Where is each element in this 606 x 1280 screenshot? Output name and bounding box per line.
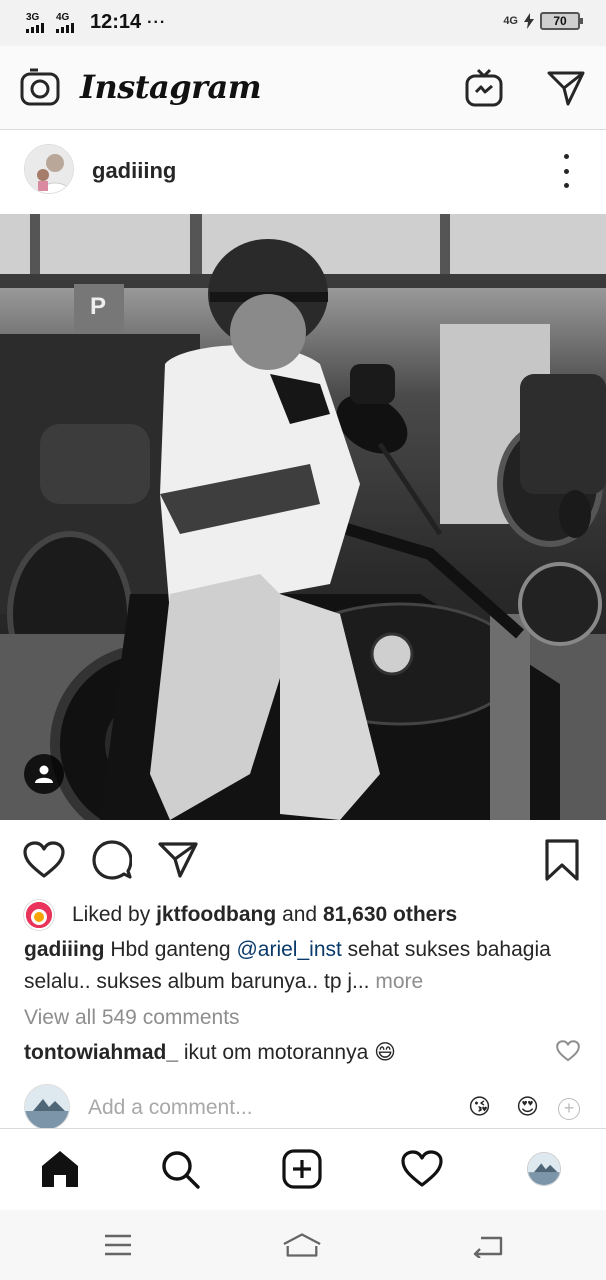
system-nav-bar (0, 1210, 606, 1280)
profile-avatar[interactable] (522, 1147, 566, 1191)
status-left: 3G 4G 12:14 ··· (26, 11, 166, 34)
likes-count[interactable]: 81,630 others (323, 903, 457, 927)
activity-icon[interactable] (400, 1147, 444, 1191)
notification-dots: ··· (147, 13, 167, 31)
add-comment-row: Add a comment... 😘 😍 + (0, 1082, 606, 1130)
save-bookmark-icon[interactable] (540, 838, 584, 882)
back-icon[interactable] (468, 1228, 508, 1262)
post-actions (0, 820, 606, 902)
igtv-icon[interactable] (464, 68, 504, 108)
post-username[interactable]: gadiiing (92, 158, 176, 184)
bottom-nav (0, 1128, 606, 1210)
signal-3g: 3G (26, 12, 50, 33)
liker-avatar (24, 900, 54, 930)
battery-indicator: 70 (540, 12, 583, 30)
home-icon[interactable] (38, 1147, 82, 1191)
clock: 12:14 (90, 11, 142, 33)
charging-icon (524, 13, 534, 29)
comment-bubble-icon[interactable] (90, 838, 134, 882)
caption-text-before: Hbd ganteng (110, 938, 231, 961)
share-send-icon[interactable] (156, 838, 200, 882)
tagged-people-button[interactable] (24, 754, 64, 794)
camera-icon[interactable] (20, 68, 60, 108)
signal-bars-icon (26, 22, 44, 33)
comment-text: ikut om motorannya 😄 (183, 1041, 397, 1064)
post-header: gadiiing (0, 130, 606, 214)
current-user-avatar (24, 1084, 70, 1130)
quick-emoji-heart-eyes[interactable]: 😍 (516, 1094, 539, 1120)
instagram-logo: Instagram (80, 68, 262, 106)
caption-more-link[interactable]: more (375, 970, 423, 993)
liker-username[interactable]: jktfoodbang (156, 903, 276, 927)
user-tag-icon (35, 765, 53, 783)
post-image: P (0, 214, 606, 820)
search-icon[interactable] (158, 1147, 202, 1191)
profile-avatar-image (527, 1152, 561, 1186)
author-avatar[interactable] (24, 144, 74, 194)
more-emoji-plus-icon[interactable]: + (558, 1098, 580, 1120)
comment-author[interactable]: tontowiahmad_ (24, 1041, 178, 1064)
view-all-comments[interactable]: View all 549 comments (24, 1006, 240, 1030)
new-post-icon[interactable] (280, 1147, 324, 1191)
network-indicator: 4G (503, 15, 518, 27)
status-right: 4G 70 (503, 12, 583, 30)
home-button-icon[interactable] (282, 1228, 322, 1262)
status-bar: 3G 4G 12:14 ··· 4G 70 (0, 0, 606, 46)
post-caption: gadiiing Hbd ganteng @ariel_inst sehat s… (24, 934, 584, 998)
signal-4g: 4G (56, 12, 80, 33)
likes-summary[interactable]: Liked by jktfoodbang and 81,630 others (24, 900, 457, 930)
add-comment-input[interactable]: Add a comment... (88, 1096, 253, 1120)
menu-icon[interactable] (98, 1228, 138, 1262)
post-photo[interactable]: P (0, 214, 606, 820)
like-heart-icon[interactable] (22, 838, 66, 882)
more-options-icon[interactable] (556, 154, 576, 188)
quick-emoji-kiss[interactable]: 😘 (468, 1094, 491, 1120)
app-header: Instagram (0, 46, 606, 130)
signal-bars-icon (56, 22, 74, 33)
comment-like-heart-icon[interactable] (556, 1040, 580, 1064)
svg-text:P: P (90, 293, 106, 320)
caption-mention[interactable]: @ariel_inst (236, 938, 341, 961)
comment-item: tontowiahmad_ ikut om motorannya 😄 (24, 1040, 584, 1065)
direct-message-icon[interactable] (546, 68, 586, 108)
caption-author[interactable]: gadiiing (24, 938, 105, 961)
